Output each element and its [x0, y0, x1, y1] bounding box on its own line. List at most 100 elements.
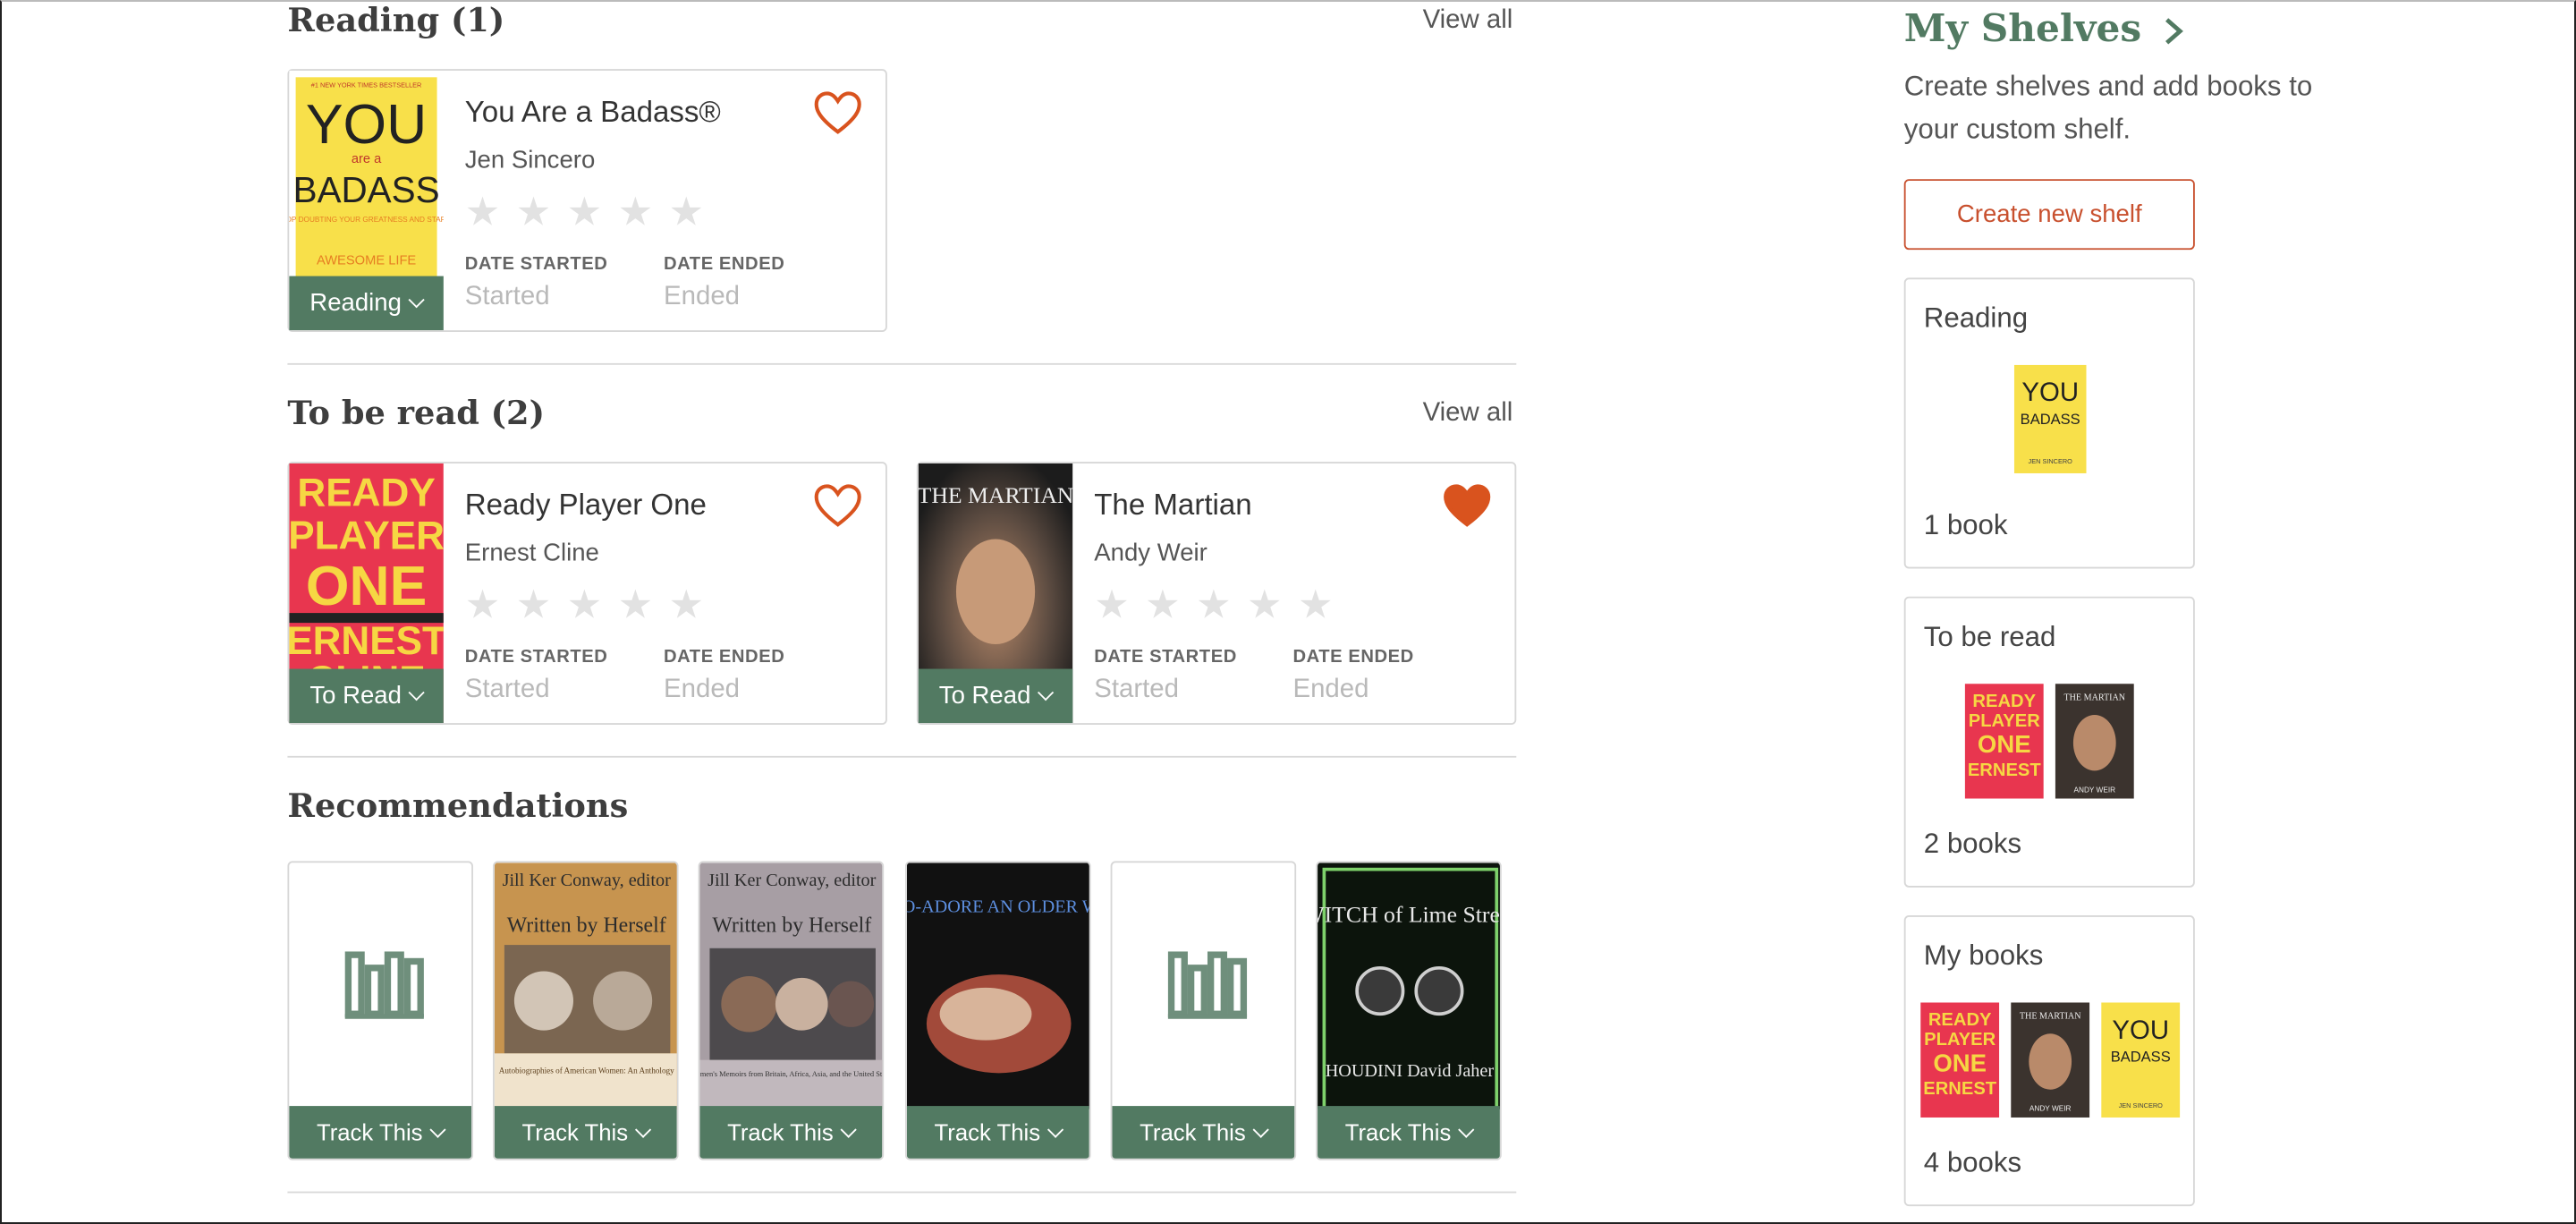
date-started-field[interactable]: Started [1094, 676, 1179, 705]
recommendation-card[interactable]: Track This [1110, 861, 1297, 1160]
view-all-to-be-read-link[interactable]: View all [1423, 399, 1513, 429]
shelf-card-my-books[interactable]: My books READY PLAYER ONE ERNEST THE MARTIA… [1903, 915, 2195, 1207]
divider [287, 362, 1517, 365]
date-ended-label: DATE ENDED [664, 647, 785, 667]
status-label: To Read [309, 682, 402, 710]
my-shelves-title: My Shelves [1903, 6, 2142, 51]
recommendation-card[interactable]: Track This [287, 861, 473, 1160]
recommendation-card[interactable]: Jill Ker Conway, editor Written by Herse… [493, 861, 679, 1160]
heart-filled-icon[interactable] [1443, 483, 1492, 529]
cover-text: YOU [2021, 378, 2078, 407]
cover-text: ONE [1932, 1050, 1986, 1077]
star-icon[interactable]: ★ [1094, 586, 1130, 625]
track-this-button[interactable]: Track This [906, 1106, 1089, 1159]
cover-text: Written by Herself [712, 914, 871, 937]
track-this-button[interactable]: Track This [289, 1106, 472, 1159]
track-this-button[interactable]: Track This [1318, 1106, 1500, 1159]
cover-text: ERNEST [1968, 761, 2042, 780]
recommendation-card[interactable]: HOW-TO-ADORE AN OLDER WOMAN Track This [905, 861, 1091, 1160]
recommendation-card[interactable]: Jill Ker Conway, editor Written by Herse… [698, 861, 885, 1160]
cover-text: ERNEST [1922, 1079, 1996, 1099]
date-ended-field[interactable]: Ended [664, 676, 740, 705]
book-cover-the-martian[interactable]: THE MARTIAN To Read [918, 463, 1073, 724]
star-icon[interactable]: ★ [1247, 586, 1283, 625]
cover-text: ERNEST [289, 619, 444, 663]
star-icon[interactable]: ★ [516, 586, 552, 625]
book-thumbnail: THE MARTIAN ANDY WEIR [2055, 684, 2134, 799]
book-cover-ready-player-one[interactable]: READY PLAYER ONE ERNEST CLINE To Read [289, 463, 444, 724]
status-dropdown-button[interactable]: To Read [289, 668, 444, 724]
book-title[interactable]: The Martian [1094, 488, 1251, 523]
create-new-shelf-button[interactable]: Create new shelf [1903, 179, 2195, 251]
book-cover[interactable]: HOW-TO-ADORE AN OLDER WOMAN [907, 863, 1089, 1109]
track-this-button[interactable]: Track This [699, 1106, 883, 1159]
status-dropdown-button[interactable]: To Read [918, 668, 1073, 724]
book-thumbnail: YOU BADASS JEN SINCERO [2100, 1002, 2180, 1118]
shelf-name: To be read [1923, 621, 2056, 653]
book-cover[interactable]: Jill Ker Conway, editor Written by Herse… [494, 863, 677, 1109]
heart-outline-icon[interactable] [813, 90, 862, 136]
book-author: Andy Weir [1094, 539, 1208, 567]
cover-text: Autobiographies of American Women: An An… [499, 1066, 674, 1075]
book-cover[interactable]: WITCH of Lime Street HOUDINI David Jaher [1318, 863, 1500, 1111]
recommendation-card[interactable]: WITCH of Lime Street HOUDINI David Jaher… [1316, 861, 1502, 1160]
book-cover[interactable]: Jill Ker Conway, editor Written by Herse… [699, 863, 883, 1109]
date-started-field[interactable]: Started [465, 676, 550, 705]
date-ended-field[interactable]: Ended [664, 283, 740, 312]
book-author: Jen Sincero [464, 146, 596, 174]
star-icon[interactable]: ★ [618, 586, 654, 625]
chevron-down-icon [1458, 1120, 1475, 1137]
track-label: Track This [1140, 1118, 1246, 1146]
book-cover-badass[interactable]: #1 NEW YORK TIMES BESTSELLER YOU are a B… [289, 70, 444, 331]
star-icon[interactable]: ★ [669, 193, 705, 233]
chevron-down-icon [1038, 684, 1055, 701]
cover-text: BADASS [293, 169, 440, 210]
cover-text: READY [1928, 1010, 1991, 1030]
book-placeholder[interactable] [289, 863, 471, 1109]
chevron-down-icon [429, 1120, 447, 1137]
chevron-down-icon [1253, 1120, 1270, 1137]
cover-text: PLAYER [289, 514, 444, 557]
star-icon[interactable]: ★ [465, 586, 501, 625]
book-thumbnail: READY PLAYER ONE ERNEST [1919, 1002, 1999, 1118]
heart-outline-icon[interactable] [813, 483, 862, 529]
star-icon[interactable]: ★ [567, 586, 603, 625]
star-icon[interactable]: ★ [567, 193, 603, 233]
star-icon[interactable]: ★ [1145, 586, 1181, 625]
cover-text: HOUDINI David Jaher [1326, 1061, 1495, 1081]
date-started-field[interactable]: Started [465, 283, 550, 312]
book-card[interactable]: READY PLAYER ONE ERNEST CLINE To Read Re… [287, 462, 887, 725]
rating-stars[interactable]: ★ ★ ★ ★ ★ [465, 586, 705, 625]
star-icon[interactable]: ★ [1196, 586, 1232, 625]
book-title[interactable]: Ready Player One [465, 488, 707, 523]
rating-stars[interactable]: ★ ★ ★ ★ ★ [1094, 586, 1334, 625]
my-shelves-link[interactable]: My Shelves [1904, 6, 2184, 51]
star-icon[interactable]: ★ [669, 586, 705, 625]
book-card[interactable]: #1 NEW YORK TIMES BESTSELLER YOU are a B… [287, 69, 887, 333]
star-icon[interactable]: ★ [1298, 586, 1334, 625]
cover-text: AWESOME LIFE [317, 254, 416, 268]
date-ended-field[interactable]: Ended [1292, 676, 1368, 705]
section-title-reading: Reading (1) [287, 0, 505, 40]
cover-text: ANDY WEIR [2073, 786, 2115, 794]
book-card[interactable]: THE MARTIAN To Read The Martian Andy Wei… [916, 462, 1517, 725]
book-placeholder[interactable] [1112, 863, 1294, 1109]
rating-stars[interactable]: ★ ★ ★ ★ ★ [465, 193, 705, 233]
star-icon[interactable]: ★ [618, 193, 654, 233]
section-title-recommendations: Recommendations [287, 785, 629, 826]
shelf-card-reading[interactable]: Reading YOU BADASS JEN SINCERO 1 book [1903, 277, 2195, 569]
divider [287, 1191, 1517, 1194]
status-dropdown-button[interactable]: Reading [289, 276, 444, 331]
book-title[interactable]: You Are a Badass® [465, 96, 721, 131]
date-started-label: DATE STARTED [1094, 647, 1237, 667]
shelf-book-count: 1 book [1923, 509, 2008, 541]
star-icon[interactable]: ★ [465, 193, 501, 233]
view-all-reading-link[interactable]: View all [1423, 6, 1513, 36]
star-icon[interactable]: ★ [516, 193, 552, 233]
cover-text: READY [297, 472, 435, 515]
track-this-button[interactable]: Track This [1112, 1106, 1295, 1159]
cover-text: JEN SINCERO [2028, 457, 2072, 465]
track-this-button[interactable]: Track This [494, 1106, 677, 1159]
book-author: Ernest Cline [464, 539, 599, 567]
shelf-card-to-be-read[interactable]: To be read READY PLAYER ONE ERNEST THE MART… [1903, 596, 2195, 888]
